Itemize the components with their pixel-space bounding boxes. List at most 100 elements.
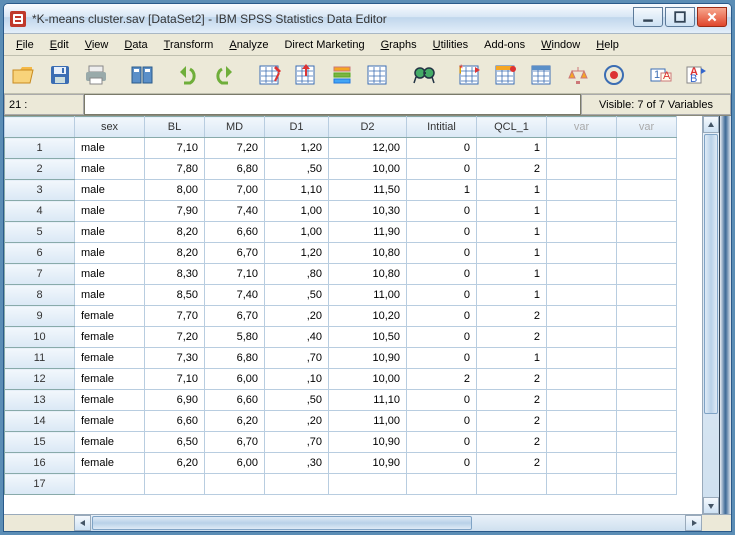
menu-utilities[interactable]: Utilities	[427, 37, 474, 53]
cell-empty[interactable]	[547, 432, 617, 453]
cell-intitial[interactable]: 0	[407, 348, 477, 369]
cell-bl[interactable]: 6,60	[145, 411, 205, 432]
cell-qcl1[interactable]: 1	[477, 138, 547, 159]
cell-empty[interactable]	[617, 390, 677, 411]
cell-md[interactable]: 6,60	[205, 390, 265, 411]
cell-sex[interactable]: female	[75, 411, 145, 432]
cell-d2[interactable]: 10,00	[329, 369, 407, 390]
redo-icon[interactable]	[208, 59, 240, 91]
cell-qcl1[interactable]: 2	[477, 159, 547, 180]
table-row[interactable]: 5male8,206,601,0011,9001	[5, 222, 677, 243]
cell-d1[interactable]: ,70	[265, 348, 329, 369]
cell-d1[interactable]: 1,20	[265, 243, 329, 264]
scroll-left-icon[interactable]	[74, 515, 91, 531]
cell-d2[interactable]: 10,80	[329, 243, 407, 264]
cell-d1[interactable]: 1,00	[265, 201, 329, 222]
cell-empty[interactable]	[547, 369, 617, 390]
recall-dialog-icon[interactable]	[126, 59, 158, 91]
cell-d2[interactable]: 11,10	[329, 390, 407, 411]
cell-intitial[interactable]: 0	[407, 159, 477, 180]
cell-empty[interactable]	[547, 264, 617, 285]
cell-sex[interactable]: male	[75, 222, 145, 243]
cell-empty[interactable]	[547, 453, 617, 474]
cell-empty[interactable]	[617, 432, 677, 453]
row-header[interactable]: 1	[5, 138, 75, 159]
weight-cases-icon[interactable]	[562, 59, 594, 91]
cell-empty[interactable]	[547, 327, 617, 348]
cell-md[interactable]: 6,80	[205, 159, 265, 180]
cell-md[interactable]: 6,00	[205, 369, 265, 390]
cell-sex[interactable]: male	[75, 201, 145, 222]
col-bl[interactable]: BL	[145, 117, 205, 138]
col-var-2[interactable]: var	[617, 117, 677, 138]
menu-graphs[interactable]: Graphs	[375, 37, 423, 53]
cell-d2[interactable]: 10,90	[329, 348, 407, 369]
scroll-right-icon[interactable]	[685, 515, 702, 531]
cell-bl[interactable]: 8,50	[145, 285, 205, 306]
menu-file[interactable]: File	[10, 37, 40, 53]
cell-intitial[interactable]: 0	[407, 138, 477, 159]
cell-md[interactable]: 6,70	[205, 306, 265, 327]
row-header[interactable]: 6	[5, 243, 75, 264]
cell-empty[interactable]	[617, 159, 677, 180]
cell-empty[interactable]	[617, 264, 677, 285]
cell-value-input[interactable]	[84, 94, 581, 115]
cell-d1[interactable]: ,30	[265, 453, 329, 474]
cell-qcl1[interactable]: 1	[477, 243, 547, 264]
cell-d1[interactable]: 1,20	[265, 138, 329, 159]
menu-addons[interactable]: Add-ons	[478, 37, 531, 53]
row-header[interactable]: 5	[5, 222, 75, 243]
cell-qcl1[interactable]: 2	[477, 453, 547, 474]
cell-d2[interactable]: 10,90	[329, 453, 407, 474]
cell-d1[interactable]: ,50	[265, 390, 329, 411]
cell-md[interactable]: 7,40	[205, 285, 265, 306]
cell-qcl1[interactable]: 1	[477, 285, 547, 306]
minimize-button[interactable]	[633, 7, 663, 27]
cell-empty[interactable]	[547, 138, 617, 159]
cell-empty[interactable]	[617, 411, 677, 432]
cell-empty[interactable]	[547, 159, 617, 180]
cell-empty[interactable]	[547, 390, 617, 411]
cell-intitial[interactable]: 0	[407, 327, 477, 348]
cell-d2[interactable]: 10,30	[329, 201, 407, 222]
cell-sex[interactable]: male	[75, 264, 145, 285]
insert-cases-icon[interactable]: *	[454, 59, 486, 91]
cell-d1[interactable]: ,10	[265, 369, 329, 390]
row-header[interactable]: 12	[5, 369, 75, 390]
cell-intitial[interactable]: 0	[407, 201, 477, 222]
cell-bl[interactable]: 7,10	[145, 369, 205, 390]
select-cases-icon[interactable]	[598, 59, 630, 91]
value-labels-icon[interactable]: 1A	[644, 59, 676, 91]
cell-md[interactable]: 6,70	[205, 432, 265, 453]
goto-case-icon[interactable]	[254, 59, 286, 91]
cell-d1[interactable]: 1,10	[265, 180, 329, 201]
col-var-1[interactable]: var	[547, 117, 617, 138]
cell-empty[interactable]	[617, 285, 677, 306]
cell-intitial[interactable]: 0	[407, 453, 477, 474]
cell-bl[interactable]: 7,70	[145, 306, 205, 327]
cell-md[interactable]: 6,80	[205, 348, 265, 369]
cell-qcl1[interactable]: 1	[477, 264, 547, 285]
scroll-up-icon[interactable]	[703, 116, 719, 133]
row-header[interactable]: 9	[5, 306, 75, 327]
horizontal-scrollbar[interactable]	[74, 514, 702, 531]
scroll-thumb-horizontal[interactable]	[92, 516, 472, 530]
table-row[interactable]: 13female6,906,60,5011,1002	[5, 390, 677, 411]
save-icon[interactable]	[44, 59, 76, 91]
cell-empty[interactable]	[547, 243, 617, 264]
cell-bl[interactable]: 7,20	[145, 327, 205, 348]
cell-empty[interactable]	[617, 180, 677, 201]
cell-bl[interactable]: 7,30	[145, 348, 205, 369]
cell-md[interactable]: 6,60	[205, 222, 265, 243]
menu-data[interactable]: Data	[118, 37, 153, 53]
cell-empty[interactable]	[547, 285, 617, 306]
cell-d2[interactable]: 10,50	[329, 327, 407, 348]
table-row[interactable]: 4male7,907,401,0010,3001	[5, 201, 677, 222]
cell-intitial[interactable]: 0	[407, 411, 477, 432]
row-header[interactable]: 3	[5, 180, 75, 201]
cell-d2[interactable]: 10,20	[329, 306, 407, 327]
cell-empty[interactable]	[617, 369, 677, 390]
cell-empty[interactable]	[547, 201, 617, 222]
table-row[interactable]: 11female7,306,80,7010,9001	[5, 348, 677, 369]
cell-d2[interactable]: 10,90	[329, 432, 407, 453]
